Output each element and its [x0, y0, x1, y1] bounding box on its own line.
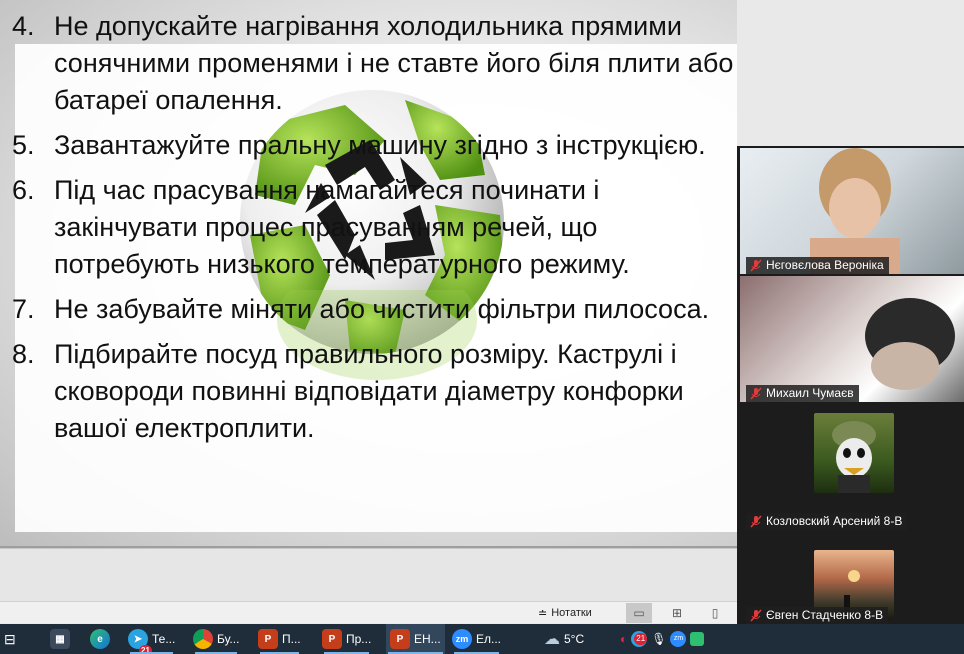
participant-video [865, 298, 955, 390]
grid-icon: ⊞ [671, 606, 683, 620]
notes-area[interactable] [0, 548, 737, 601]
taskbar-powerpoint-1[interactable]: P П... [258, 624, 301, 654]
slide-tips-list: 4. Не допускайте нагрівання холодильника … [8, 8, 737, 455]
taskbar-label: Ел... [476, 632, 502, 646]
weather-widget[interactable]: ☁ 5°C [544, 624, 584, 654]
muted-mic-icon [750, 387, 762, 400]
slide-pane: 4. Не допускайте нагрівання холодильника … [0, 0, 737, 602]
task-view-button[interactable]: ⊟ [4, 624, 16, 654]
powerpoint-status-bar: ≐ Нотатки ▭ ⊞ ▯ [0, 601, 737, 623]
taskbar-edge[interactable]: e [90, 624, 110, 654]
presentation-slide[interactable]: 4. Не допускайте нагрівання холодильника … [0, 0, 737, 548]
task-view-icon: ⊟ [4, 630, 16, 647]
zoom-tray-icon[interactable]: zm [670, 631, 687, 647]
taskbar-zoom[interactable]: zm Ел... [452, 624, 501, 654]
muted-mic-icon [750, 609, 762, 622]
avatar-image [832, 421, 876, 493]
participant-tile[interactable]: Нєговєлова Вероніка [740, 148, 964, 274]
avatar [814, 413, 894, 493]
edge-icon: e [90, 629, 110, 649]
normal-view-icon: ▭ [633, 606, 645, 620]
telegram-tray-icon[interactable]: 21 [631, 631, 648, 647]
normal-view-button[interactable]: ▭ [626, 603, 652, 623]
taskbar-label: Бу... [217, 632, 240, 646]
notes-button[interactable]: ≐ Нотатки [538, 605, 592, 621]
powerpoint-icon: P [258, 629, 278, 649]
taskbar-telegram[interactable]: ➤ 21 Те... [128, 624, 175, 654]
chrome-icon [193, 629, 213, 649]
tray-app-icon[interactable]: ◐ [620, 632, 627, 646]
taskbar-label: Те... [152, 632, 176, 646]
taskbar-label: П... [282, 632, 301, 646]
participant-video [810, 148, 900, 274]
participant-tile[interactable]: Козловский Арсений 8-В [740, 404, 964, 530]
notes-label: Нотатки [551, 607, 592, 619]
tip-item: 4. Не допускайте нагрівання холодильника … [12, 11, 734, 115]
book-icon: ▯ [711, 606, 719, 620]
slide-sorter-button[interactable]: ⊞ [664, 603, 690, 623]
notes-icon: ≐ [538, 607, 548, 620]
muted-mic-icon [750, 259, 762, 272]
taskbar-chrome[interactable]: Бу... [193, 624, 239, 654]
participant-name: Михаил Чумаєв [746, 385, 859, 402]
cloud-icon: ☁ [544, 631, 560, 648]
taskbar-calculator[interactable]: ▦ [50, 624, 70, 654]
windows-taskbar: ⊟ ▦ e ➤ 21 Те... Бу... P П... P Пр... P … [0, 624, 964, 654]
tip-item: 6. Під час прасування намагайтеся починат… [12, 175, 630, 279]
participant-name: Козловский Арсений 8-В [746, 513, 908, 530]
participant-name: Нєговєлова Вероніка [746, 257, 889, 274]
calculator-icon: ▦ [50, 629, 70, 649]
powerpoint-icon: P [322, 629, 342, 649]
tray-badge: 21 [634, 633, 648, 645]
taskbar-label: ЕН... [414, 632, 441, 646]
taskbar-powerpoint-3[interactable]: P ЕН... [386, 624, 445, 654]
powerpoint-icon: P [390, 629, 410, 649]
video-participants-panel: Нєговєлова Вероніка Михаил Чумаєв Козлов… [737, 146, 964, 624]
weather-temperature: 5°C [564, 632, 585, 646]
taskbar-powerpoint-2[interactable]: P Пр... [322, 624, 371, 654]
tip-item: 8. Підбирайте посуд правильного розміру. … [12, 339, 684, 443]
telegram-icon: ➤ 21 [128, 629, 152, 654]
system-tray: ◐ 21 🎙 zm [620, 624, 705, 654]
tip-item: 7. Не забувайте міняти або чистити фільтр… [12, 294, 710, 324]
participant-tile[interactable]: Михаил Чумаєв [740, 276, 964, 402]
reading-view-button[interactable]: ▯ [702, 603, 728, 623]
screen: 4. Не допускайте нагрівання холодильника … [0, 0, 964, 654]
tip-item: 5. Завантажуйте пральну машину згідно з і… [12, 130, 706, 160]
microphone-icon[interactable]: 🎙 [651, 632, 666, 646]
zoom-icon: zm [452, 629, 472, 649]
taskbar-label: Пр... [346, 632, 372, 646]
participant-name: Євген Стадченко 8-В [746, 607, 889, 624]
participant-tile[interactable]: Євген Стадченко 8-В [740, 530, 964, 624]
muted-mic-icon [750, 515, 762, 528]
tray-green-icon[interactable] [690, 632, 705, 646]
